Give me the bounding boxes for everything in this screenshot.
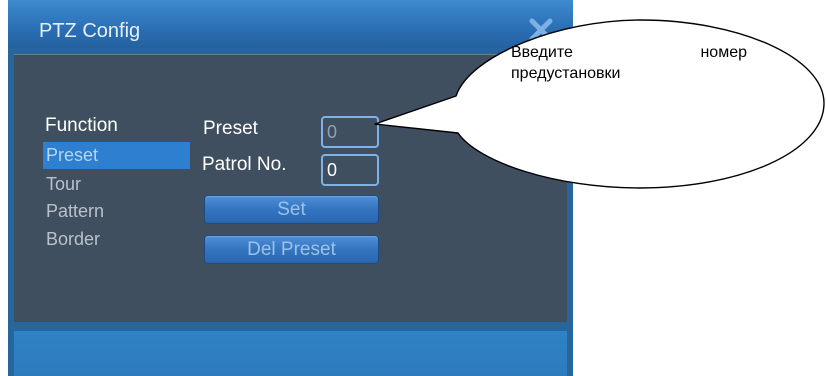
callout-text: Введите номер предустановки — [511, 42, 747, 84]
callout-line-2: предустановки — [511, 65, 621, 82]
callout-word-2: номер — [700, 44, 747, 61]
callout-word-1: Введите — [511, 44, 573, 61]
screenshot-canvas: PTZ Config Function Preset Tour Pattern … — [0, 0, 826, 376]
